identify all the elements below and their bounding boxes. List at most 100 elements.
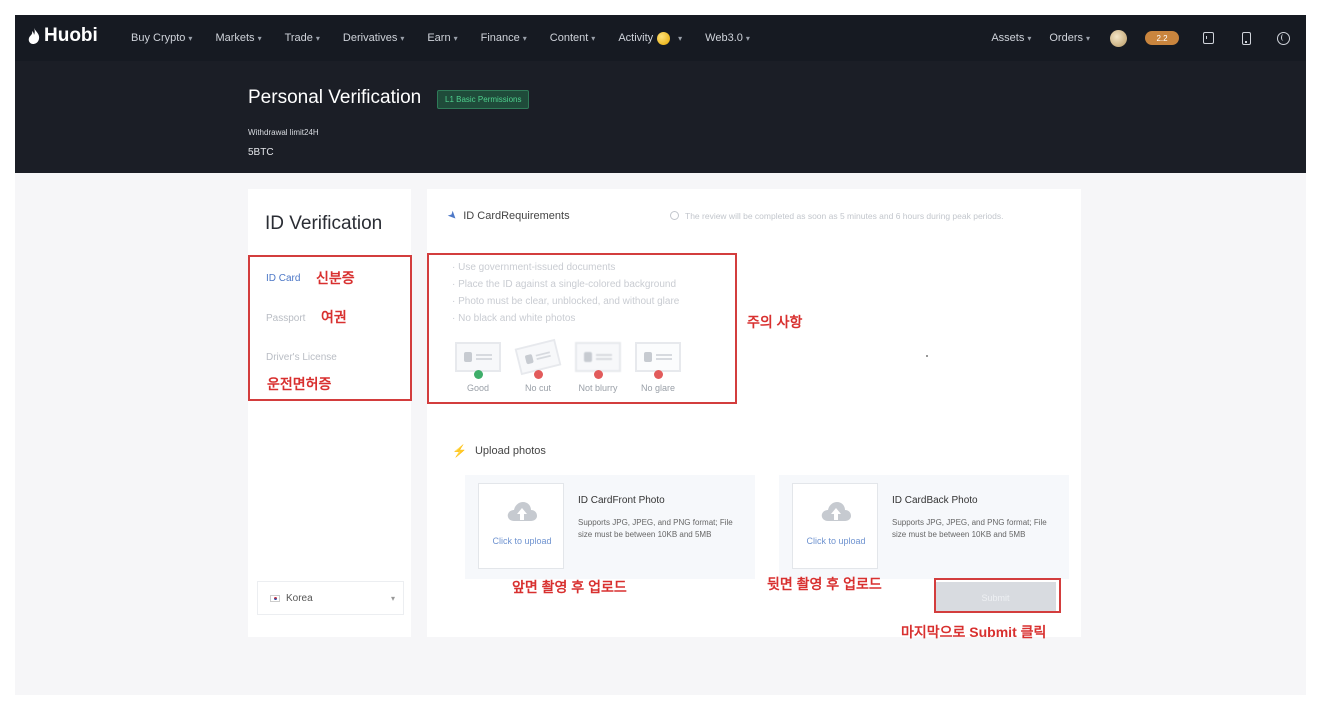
list-item: Place the ID against a single-colored ba… <box>452 276 679 293</box>
notification-icon[interactable] <box>1203 32 1214 44</box>
caret-down-icon: ▾ <box>1027 33 1032 43</box>
sidebar-item-passport[interactable]: Passport <box>266 313 305 324</box>
sample-label: No glare <box>640 383 676 393</box>
front-photo-desc: Supports JPG, JPEG, and PNG format; File… <box>578 518 733 539</box>
lightning-icon: ⚡ <box>452 444 467 458</box>
id-type-sidebar: ID Verification ID Card Passport Driver'… <box>248 189 411 637</box>
stray-dot <box>926 355 928 357</box>
nav-trade[interactable]: Trade ▾ <box>285 32 320 44</box>
sample-not-blurry: Not blurry <box>568 342 628 393</box>
back-upload-button[interactable]: Click to upload <box>792 483 878 569</box>
caret-down-icon: ▾ <box>678 33 683 43</box>
permission-badge: L1 Basic Permissions <box>437 90 530 109</box>
nav-activity[interactable]: Activity ▾ <box>618 31 683 45</box>
back-photo-desc: Supports JPG, JPEG, and PNG format; File… <box>892 518 1047 539</box>
caret-down-icon: ▾ <box>453 33 458 43</box>
nav-markets[interactable]: Markets ▾ <box>215 32 261 44</box>
nav-label: Content <box>549 32 589 44</box>
submit-button[interactable]: Submit <box>935 582 1056 613</box>
nav-right: Assets ▾ Orders ▾ 2.2 <box>973 15 1290 61</box>
sidebar-item-id-card[interactable]: ID Card <box>266 273 300 284</box>
avatar[interactable] <box>1110 29 1127 47</box>
click-to-upload: Click to upload <box>492 536 552 546</box>
flame-icon <box>28 28 40 44</box>
nav-derivatives[interactable]: Derivatives ▾ <box>343 32 404 44</box>
caret-down-icon: ▾ <box>315 33 320 43</box>
review-time-text: The review will be completed as soon as … <box>685 211 1004 221</box>
nav-label: Markets <box>215 32 255 44</box>
list-item: Photo must be clear, unblocked, and with… <box>452 293 679 310</box>
download-app-icon[interactable] <box>1242 31 1251 45</box>
nav-label: Trade <box>284 32 313 44</box>
nav-web3[interactable]: Web3.0 ▾ <box>705 32 750 44</box>
review-time-note: The review will be completed as soon as … <box>670 209 1050 224</box>
nav-orders[interactable]: Orders ▾ <box>1049 32 1090 44</box>
nav-label: Assets <box>991 32 1025 44</box>
level-badge[interactable]: 2.2 <box>1145 31 1179 45</box>
sample-label: Good <box>466 383 490 393</box>
sample-no-cut: No cut <box>508 338 568 393</box>
nav-label: Buy Crypto <box>131 32 186 44</box>
annotation-caution: 주의 사항 <box>747 314 803 330</box>
nav-finance[interactable]: Finance ▾ <box>481 32 527 44</box>
verification-main: ➤ ID CardRequirements The review will be… <box>427 189 1081 637</box>
annotation-back-upload: 뒷면 촬영 후 업로드 <box>767 576 882 592</box>
nav-buy-crypto[interactable]: Buy Crypto ▾ <box>131 32 192 44</box>
logo-text: Huobi <box>44 25 98 46</box>
pin-icon: ➤ <box>444 208 460 224</box>
nav-label: Activity <box>618 32 654 44</box>
nav-content[interactable]: Content ▾ <box>550 32 596 44</box>
sample-label: Not blurry <box>578 383 618 393</box>
requirements-list: Use government-issued documents Place th… <box>452 259 679 327</box>
cross-dot-icon <box>533 370 543 379</box>
list-item: No black and white photos <box>452 310 679 327</box>
caret-down-icon: ▾ <box>745 33 750 43</box>
withdrawal-limit-value: 5BTC <box>248 147 274 158</box>
nav-earn[interactable]: Earn ▾ <box>427 32 457 44</box>
nav-label: Finance <box>480 32 520 44</box>
language-globe-icon[interactable] <box>1277 31 1290 45</box>
withdrawal-limit-label: Withdrawal limit24H <box>248 128 319 137</box>
annotation-submit: 마지막으로 Submit 클릭 <box>901 624 1047 640</box>
caret-down-icon: ▾ <box>1085 33 1090 43</box>
sample-label: No cut <box>524 383 551 393</box>
country-value: Korea <box>286 592 313 604</box>
page-title: Personal Verification <box>248 87 422 108</box>
front-upload-button[interactable]: Click to upload <box>478 483 564 569</box>
chevron-down-icon: ▾ <box>390 593 395 603</box>
back-photo-upload: Click to upload ID CardBack Photo Suppor… <box>779 475 1069 579</box>
nav-assets[interactable]: Assets ▾ <box>991 32 1031 44</box>
korea-flag-icon <box>270 594 280 602</box>
caret-down-icon: ▾ <box>591 33 596 43</box>
sample-good: Good <box>448 342 508 393</box>
huobi-logo[interactable]: Huobi <box>27 25 98 47</box>
nav-menu: Buy Crypto ▾ Markets ▾ Trade ▾ Derivatives ▾… <box>131 15 773 61</box>
cloud-upload-icon <box>821 502 851 521</box>
nav-label: Web3.0 <box>705 32 743 44</box>
cloud-upload-icon <box>507 502 537 521</box>
back-photo-title: ID CardBack Photo <box>892 495 978 506</box>
annotation-license: 운전면허증 <box>267 376 332 392</box>
id-sample-image <box>455 342 501 372</box>
caret-down-icon: ▾ <box>400 33 405 43</box>
annotation-front-upload: 앞면 촬영 후 업로드 <box>512 579 627 595</box>
coin-icon <box>657 31 671 45</box>
upload-heading: ⚡ Upload photos <box>452 444 546 458</box>
annotation-id-card: 신분증 <box>316 270 355 286</box>
caret-down-icon: ▾ <box>257 33 262 43</box>
check-dot-icon <box>473 370 483 379</box>
caret-down-icon: ▾ <box>522 33 527 43</box>
nav-label: Earn <box>427 32 451 44</box>
clock-icon <box>670 211 679 220</box>
requirements-heading-text: ID CardRequirements <box>463 209 570 222</box>
id-sample-image <box>575 342 621 372</box>
list-item: Use government-issued documents <box>452 259 679 276</box>
cross-dot-icon <box>593 370 603 379</box>
upload-heading-text: Upload photos <box>474 445 546 457</box>
sidebar-item-drivers-license[interactable]: Driver's License <box>266 352 337 363</box>
annotation-passport: 여권 <box>321 309 347 325</box>
country-select[interactable]: Korea ▾ <box>257 581 404 615</box>
front-photo-upload: Click to upload ID CardFront Photo Suppo… <box>465 475 755 579</box>
nav-label: Orders <box>1049 32 1083 44</box>
click-to-upload: Click to upload <box>806 536 866 546</box>
